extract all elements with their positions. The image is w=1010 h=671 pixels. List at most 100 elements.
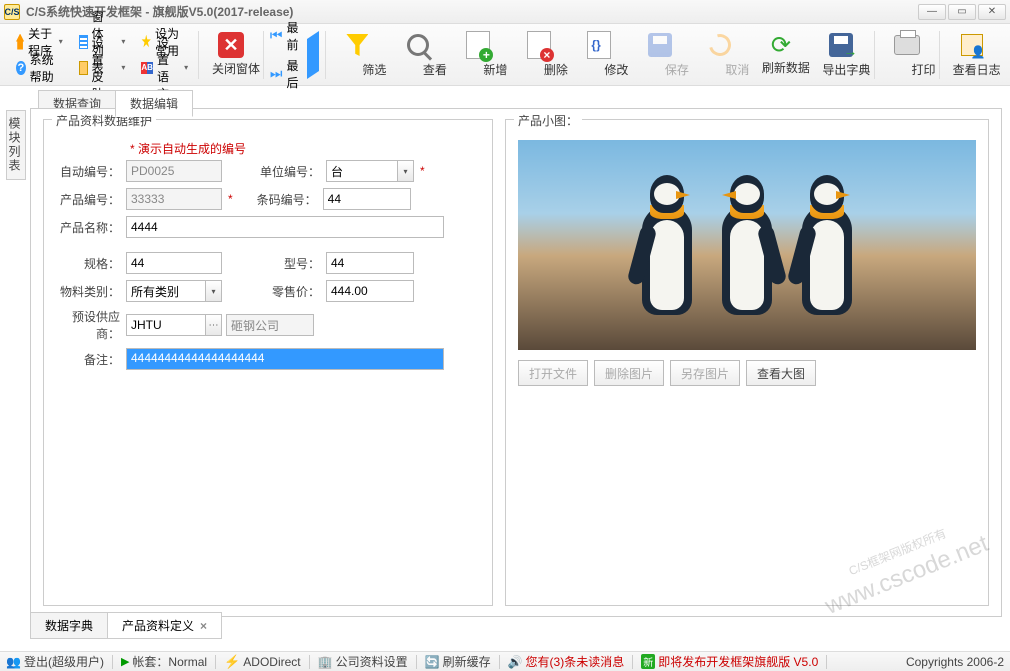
- nav-first-button[interactable]: ⏮最前: [270, 19, 299, 53]
- unit-no-combo[interactable]: ▾: [326, 160, 414, 182]
- filter-icon: [346, 34, 368, 56]
- form-group: 产品资料数据维护 * 演示自动生成的编号 自动编号： 单位编号： ▾ * 产品编…: [43, 119, 493, 606]
- close-icon: ✕: [218, 32, 244, 58]
- delete-icon: [527, 31, 551, 59]
- label-retail: 零售价：: [246, 283, 326, 300]
- required-star: *: [228, 192, 233, 206]
- label-mat-cat: 物料类别：: [56, 283, 126, 300]
- label-supplier: 预设供应商：: [56, 308, 126, 342]
- adodirect-label: ⚡ADODirect: [224, 654, 301, 670]
- model-input[interactable]: [326, 252, 414, 274]
- image-group: 产品小图： 打开文件 删除图片 另存图片 查看大图: [505, 119, 989, 606]
- label-spec: 规格：: [56, 255, 126, 272]
- open-file-button: 打开文件: [518, 360, 588, 386]
- tabs-bottom: 数据字典 产品资料定义×: [30, 612, 221, 639]
- spec-input[interactable]: [126, 252, 222, 274]
- label-prod-no: 产品编号：: [56, 191, 126, 208]
- image-legend: 产品小图：: [514, 112, 582, 129]
- save-icon: [648, 33, 672, 57]
- filter-button[interactable]: 筛选: [327, 27, 388, 83]
- refresh-button[interactable]: ⟳刷新数据: [751, 27, 812, 83]
- skin-button[interactable]: 设置皮肤▾: [75, 56, 130, 80]
- minimize-button[interactable]: —: [918, 4, 946, 20]
- view-big-button[interactable]: 查看大图: [746, 360, 816, 386]
- titlebar: C/S C/S系统快速开发框架 - 旗舰版V5.0(2017-release) …: [0, 0, 1010, 24]
- penguin-image: [632, 175, 702, 315]
- chevron-down-icon[interactable]: ▾: [398, 160, 414, 182]
- tab-data-edit[interactable]: 数据编辑: [115, 90, 193, 117]
- first-icon: ⏮: [270, 27, 283, 44]
- language-button[interactable]: AB设置语言▾: [137, 56, 192, 80]
- cancel-button: 取消: [690, 27, 751, 83]
- penguin-image: [712, 175, 782, 315]
- close-window-button[interactable]: ✕关闭窗体: [201, 27, 262, 83]
- account-label: ▶帐套：Normal: [121, 653, 207, 670]
- app-icon: C/S: [4, 4, 20, 20]
- label-unit-no: 单位编号：: [246, 163, 326, 180]
- supplier-code-input[interactable]: [126, 314, 206, 336]
- tab-product-def[interactable]: 产品资料定义×: [107, 612, 222, 639]
- log-icon: [961, 34, 983, 56]
- refresh-cache-button[interactable]: 🔄 刷新缓存: [425, 653, 491, 670]
- edit-icon: [587, 31, 611, 59]
- toolbar: 关于程序▾ ?系统帮助 窗体列表▾ 设置皮肤▾ 设为常用 AB设置语言▾ ✕关闭…: [0, 24, 1010, 86]
- penguin-image: [792, 175, 862, 315]
- company-settings-button[interactable]: 🏢 公司资料设置: [318, 653, 408, 670]
- skin-icon: [79, 61, 88, 75]
- retail-input[interactable]: [326, 280, 414, 302]
- label-auto-no: 自动编号：: [56, 163, 126, 180]
- copyright-label: Copyrights 2006-2: [906, 655, 1004, 669]
- prod-name-input[interactable]: [126, 216, 444, 238]
- log-button[interactable]: 查看日志: [941, 27, 1002, 83]
- delete-image-button: 删除图片: [594, 360, 664, 386]
- label-prod-name: 产品名称：: [56, 219, 126, 236]
- search-icon: [407, 34, 429, 56]
- remark-input[interactable]: 44444444444444444444: [126, 348, 444, 370]
- unit-no-input[interactable]: [326, 160, 398, 182]
- export-icon: [829, 33, 853, 57]
- close-button[interactable]: ✕: [978, 4, 1006, 20]
- label-barcode: 条码编号：: [243, 191, 323, 208]
- unread-messages-button[interactable]: 🔊 您有(3)条未读消息: [508, 653, 625, 670]
- next-icon: [307, 49, 319, 79]
- nav-next-button[interactable]: [307, 57, 319, 71]
- add-button[interactable]: 新增: [448, 27, 509, 83]
- star-icon: [141, 35, 151, 49]
- tab-data-dict[interactable]: 数据字典: [30, 612, 108, 639]
- panel: 产品资料数据维护 * 演示自动生成的编号 自动编号： 单位编号： ▾ * 产品编…: [30, 108, 1002, 617]
- statusbar: 👥 登出(超级用户) ▶帐套：Normal ⚡ADODirect 🏢 公司资料设…: [0, 651, 1010, 671]
- list-icon: [79, 35, 88, 49]
- delete-button[interactable]: 删除: [509, 27, 570, 83]
- export-button[interactable]: 导出字典: [811, 27, 872, 83]
- supplier-combo[interactable]: ⋯: [126, 314, 222, 336]
- print-button[interactable]: 打印: [876, 27, 937, 83]
- maximize-button[interactable]: ▭: [948, 4, 976, 20]
- logout-button[interactable]: 👥 登出(超级用户): [6, 653, 104, 670]
- chevron-down-icon[interactable]: ▾: [206, 280, 222, 302]
- mat-cat-input[interactable]: [126, 280, 206, 302]
- saveas-image-button: 另存图片: [670, 360, 740, 386]
- label-remark: 备注：: [56, 351, 126, 368]
- add-icon: [466, 31, 490, 59]
- release-notice: 新 即将发布开发框架旗舰版 V5.0: [641, 653, 818, 670]
- barcode-input[interactable]: [323, 188, 411, 210]
- product-thumbnail: [518, 140, 976, 350]
- edit-button[interactable]: 修改: [569, 27, 630, 83]
- home-icon: [16, 34, 24, 50]
- required-star: *: [420, 164, 425, 178]
- print-icon: [894, 35, 920, 55]
- close-icon[interactable]: ×: [200, 619, 207, 633]
- refresh-icon: ⟳: [769, 33, 793, 57]
- help-button[interactable]: ?系统帮助: [12, 56, 67, 80]
- ellipsis-icon[interactable]: ⋯: [206, 314, 222, 336]
- auto-no-input: [126, 160, 222, 182]
- supplier-name-input: [226, 314, 314, 336]
- help-icon: ?: [16, 61, 26, 75]
- window-title: C/S系统快速开发框架 - 旗舰版V5.0(2017-release): [26, 3, 293, 20]
- last-icon: ⏭: [270, 65, 283, 82]
- side-tab-modules[interactable]: 模块列表: [6, 110, 26, 180]
- save-button: 保存: [630, 27, 691, 83]
- view-button[interactable]: 查看: [388, 27, 449, 83]
- label-model: 型号：: [246, 255, 326, 272]
- mat-cat-combo[interactable]: ▾: [126, 280, 222, 302]
